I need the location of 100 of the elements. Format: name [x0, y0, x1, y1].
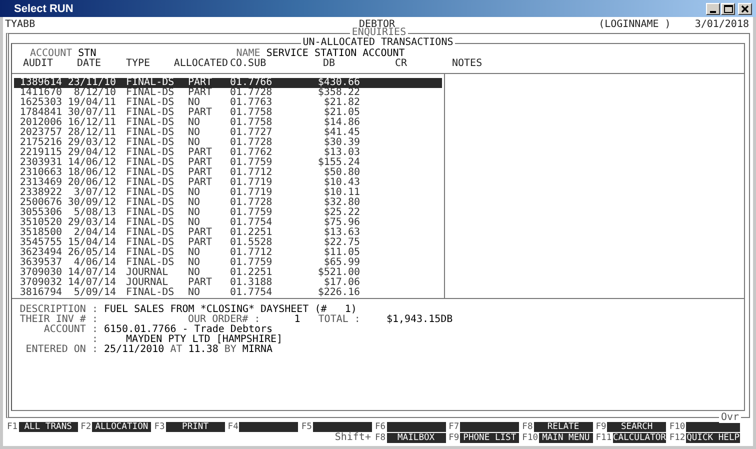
table-row[interactable]: 2219115 29/04/12 FINAL-DS PART 01.7762 $13.03 [14, 148, 442, 158]
table-row[interactable]: 2303931 14/06/12 FINAL-DS PART 01.7759 $155.24 [14, 158, 442, 168]
table-cell-text: 19/04/11 [66, 98, 116, 108]
table-row[interactable]: 1411670 8/12/10 FINAL-DS PART 01.7728 $358.22 [14, 88, 442, 98]
field-label: ENTERED ON : [24, 345, 98, 355]
table-cell-text: NO [187, 248, 202, 258]
table-row[interactable]: 3055306 5/08/13 FINAL-DS NO 01.7759 $25.22 [14, 208, 442, 218]
table-row[interactable]: 3816794 5/09/14 FINAL-DS NO 01.7754 $226.16 [14, 288, 442, 298]
table-cell-text: JOURNAL [125, 278, 168, 288]
table-row[interactable]: 3510520 29/03/14 FINAL-DS NO 01.7754 $75.96 [14, 218, 442, 228]
table-cell-text: 2338922 [18, 188, 62, 198]
function-key-label: F4 [228, 422, 240, 432]
field-value: MAYDEN PTY LTD [HAMPSHIRE] [126, 335, 283, 345]
table-cell-text: 14/07/14 [66, 268, 116, 278]
table-cell-text: 30/07/11 [66, 108, 116, 118]
function-key-label: F9 [596, 422, 608, 432]
table-cell-text: NO [187, 188, 202, 198]
function-key-label: F5 [301, 422, 313, 432]
function-key-button[interactable]: PRINT [166, 422, 225, 432]
table-row[interactable]: 3545755 15/04/14 FINAL-DS PART 01.5528 $22.75 [14, 238, 442, 248]
column-header: ALLOCATED [172, 59, 228, 69]
table-row[interactable]: 3709030 14/07/14 JOURNAL NO 01.2251 $521.00 [14, 268, 442, 278]
table-row[interactable]: 2338922 3/07/12 FINAL-DS NO 01.7719 $10.11 [14, 188, 442, 198]
function-key-button[interactable]: MAILBOX [386, 432, 446, 442]
table-cell-text: FINAL-DS [125, 88, 176, 98]
table-row[interactable]: 2310663 18/06/12 FINAL-DS PART 01.7712 $50.80 [14, 168, 442, 178]
account-code: STN [78, 49, 96, 59]
table-cell-text: PART [187, 88, 214, 98]
table-cell-text: 20/06/12 [66, 178, 116, 188]
function-key-label: F1 [7, 422, 19, 432]
function-key-button[interactable] [386, 422, 446, 432]
table-row[interactable]: 3623494 26/05/14 FINAL-DS NO 01.7712 $11.05 [14, 248, 442, 258]
table-cell-text: 01.7758 [229, 108, 274, 118]
function-key-button[interactable]: ALL TRANS [18, 422, 78, 432]
table-cell-text: FINAL-DS [125, 138, 176, 148]
function-key-button[interactable]: PHONE LIST [460, 432, 520, 442]
table-cell-text: $75.96 [322, 218, 360, 228]
minimize-icon [710, 10, 716, 12]
function-key-button[interactable]: SEARCH [607, 422, 666, 432]
table-cell-text: FINAL-DS [125, 218, 176, 228]
function-key-button[interactable] [686, 422, 740, 432]
table-cell-text: $21.05 [322, 108, 360, 118]
table-cell-text: 01.7728 [229, 138, 274, 148]
table-cell-text: 3639537 [18, 258, 62, 268]
table-row[interactable]: 3518500 2/04/14 FINAL-DS PART 01.2251 $13.63 [14, 228, 442, 238]
function-key-button[interactable]: RELATE [534, 422, 593, 432]
close-button[interactable] [738, 2, 752, 14]
table-row[interactable]: 2313469 20/06/12 FINAL-DS PART 01.7719 $10.43 [14, 178, 442, 188]
function-key-button[interactable] [312, 422, 372, 432]
table-cell-text: 14/07/14 [66, 278, 116, 288]
function-key-label: F3 [154, 422, 166, 432]
table-cell-text: 01.7712 [229, 248, 274, 258]
table-row[interactable]: 2012006 16/12/11 FINAL-DS NO 01.7758 $14.86 [14, 118, 442, 128]
field-label: AT [169, 345, 182, 355]
function-key-button[interactable]: QUICK HELP [686, 432, 740, 442]
table-cell-text: NO [187, 98, 200, 108]
table-cell-text: $22.75 [322, 238, 360, 248]
table-cell-text: 5/08/13 [74, 208, 116, 218]
table-cell-text: $25.22 [322, 208, 360, 218]
table-cell-text: 01.7728 [229, 88, 274, 98]
function-key-button[interactable] [239, 422, 298, 432]
table-row[interactable]: 1784841 30/07/11 FINAL-DS PART 01.7758 $21.05 [14, 108, 442, 118]
table-cell-text: 3623494 [18, 248, 62, 258]
field-label: BY [223, 345, 236, 355]
maximize-button[interactable] [721, 2, 735, 14]
table-cell-text: NO [187, 208, 202, 218]
table-cell-text: 3709032 [18, 278, 62, 288]
table-cell-text: $155.24 [316, 158, 360, 168]
table-row[interactable]: 2175216 29/03/12 FINAL-DS NO 01.7728 $30.39 [14, 138, 442, 148]
table-cell-text: 29/03/12 [66, 138, 116, 148]
table-cell-text: NO [187, 258, 202, 268]
table-cell-text: FINAL-DS [125, 158, 176, 168]
table-cell-text: $11.05 [322, 248, 360, 258]
column-header: DB [322, 59, 336, 69]
maximize-icon [724, 4, 732, 12]
function-key-label: F2 [80, 422, 92, 432]
table-row[interactable]: 3709032 14/07/14 JOURNAL PART 01.3188 $17.06 [14, 278, 442, 288]
function-key-button[interactable]: MAIN MENU [539, 432, 593, 442]
table-row[interactable]: 2023757 28/12/11 FINAL-DS NO 01.7727 $41.45 [14, 128, 442, 138]
minimize-button[interactable] [706, 2, 720, 14]
table-row[interactable]: 1389614 23/11/10 FINAL-DS PART 01.7766 $430.66 [14, 78, 442, 88]
table-cell-text: 2012006 [18, 118, 62, 128]
table-cell-text: 3055306 [18, 208, 62, 218]
field-label: : [90, 335, 98, 345]
table-cell-text: 3510520 [18, 218, 62, 228]
column-header: AUDIT [22, 59, 54, 69]
function-key-button[interactable]: CALCULATOR [612, 432, 666, 442]
function-key-label: F6 [374, 422, 387, 432]
function-key-button[interactable] [460, 422, 520, 432]
table-cell-text: $30.39 [322, 138, 360, 148]
function-key-button[interactable]: ALLOCATION [92, 422, 152, 432]
table-cell-text: FINAL-DS [125, 128, 176, 138]
table-cell-text: $13.03 [324, 148, 360, 158]
table-cell-text: PART [187, 168, 214, 178]
table-row[interactable]: 3639537 4/06/14 FINAL-DS NO 01.7759 $65.99 [14, 258, 442, 268]
table-cell-text: NO [187, 118, 202, 128]
table-row[interactable]: 2500676 30/09/12 FINAL-DS NO 01.7728 $32.80 [14, 198, 442, 208]
table-cell-text: 23/11/10 [66, 78, 116, 88]
table-row[interactable]: 1625303 19/04/11 FINAL-DS NO 01.7763 $21.82 [14, 98, 442, 108]
table-cell-text: 15/04/14 [66, 238, 116, 248]
